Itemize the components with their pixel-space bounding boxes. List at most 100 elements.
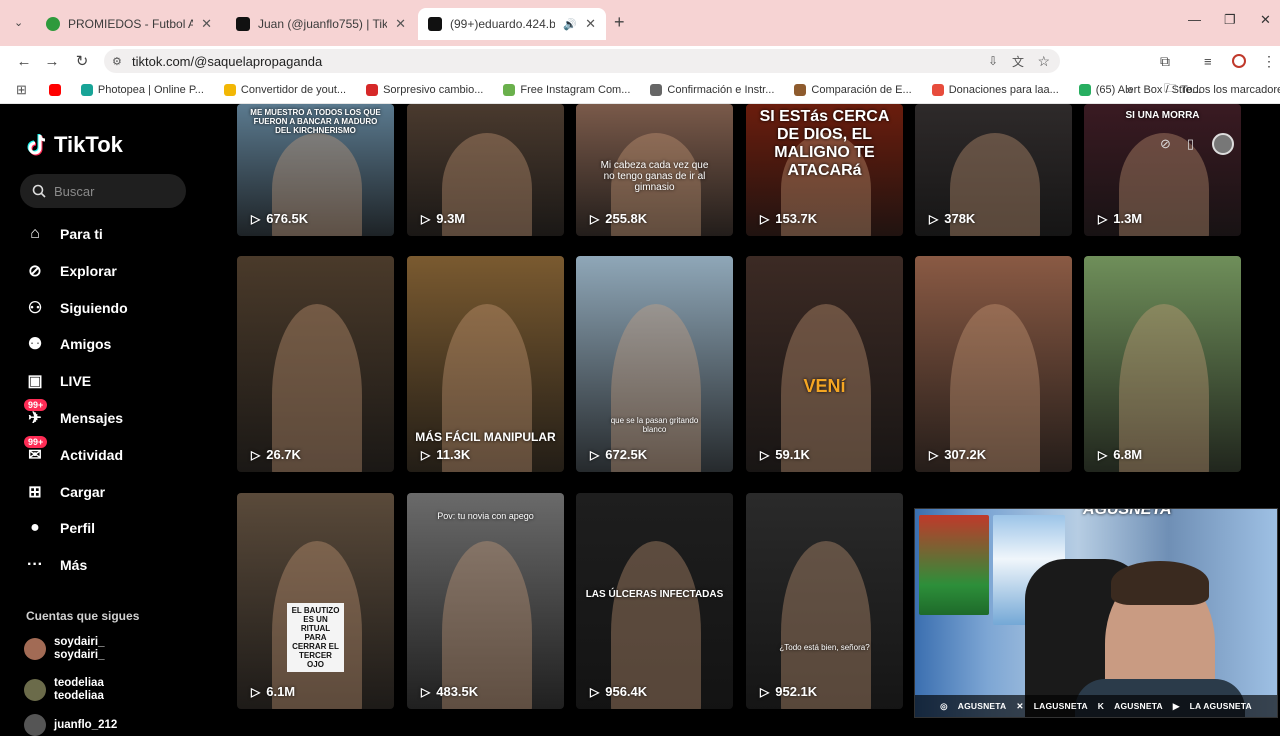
play-icon: ▷: [251, 447, 261, 462]
view-count: ▷ 307.2K: [929, 447, 987, 462]
video-thumbnail[interactable]: ▷ 9.3M: [407, 104, 564, 236]
video-thumbnail[interactable]: ▷ 26.7K: [237, 256, 394, 472]
video-thumbnail[interactable]: SI UNA MORRA ▷ 1.3M: [1084, 104, 1241, 236]
sidebar-item-mensajes[interactable]: ✈ 99+ Mensajes: [24, 399, 123, 429]
bookmark-favicon-icon: [650, 83, 663, 96]
bookmark-item[interactable]: Free Instagram Com...: [503, 83, 630, 96]
bookmark-item[interactable]: Convertidor de yout...: [223, 83, 346, 96]
x-icon: ✕: [1016, 700, 1024, 711]
bookmark-item[interactable]: Photopea | Online P...: [80, 83, 204, 96]
sidebar-item-cargar[interactable]: ⊞ Cargar: [24, 481, 105, 503]
translate-icon[interactable]: 文: [1012, 53, 1024, 70]
bookmark-item[interactable]: Confirmación e Instr...: [650, 83, 774, 96]
bookmark-favicon-icon: [1078, 83, 1091, 96]
tiktok-favicon-icon: [236, 17, 250, 31]
url-field[interactable]: ⚙ tiktok.com/@saquelapropaganda ⇩ 文 ☆: [104, 49, 1060, 73]
sidebar-item-más[interactable]: ··· Más: [24, 554, 87, 576]
video-thumbnail[interactable]: ¿Todo está bien, señora? ▷ 952.1K: [746, 493, 903, 709]
bookmark-item[interactable]: [48, 83, 61, 96]
webcam-overlay: LA AGUSNETA ◎AGUSNETA ✕LAGUSNETA KAGUSNE…: [914, 508, 1278, 718]
tab-list-button[interactable]: ⌄: [14, 16, 23, 29]
all-bookmarks-folder[interactable]: 🗀 Todos los marcadores: [1164, 79, 1280, 100]
sidebar-item-siguiendo[interactable]: ⚇ Siguiendo: [24, 297, 128, 319]
sidebar-item-perfil[interactable]: ● Perfil: [24, 517, 95, 539]
sidebar-item-live[interactable]: ▣ LIVE: [24, 370, 91, 392]
browser-menu-icon[interactable]: ⋮: [1262, 53, 1276, 70]
search-input[interactable]: Buscar: [20, 174, 186, 208]
sidebar-item-label: Cargar: [60, 483, 106, 500]
messages-icon: ✈ 99+: [24, 399, 48, 429]
speaker-icon[interactable]: 🔊: [563, 18, 577, 31]
browser-tab-juan[interactable]: Juan (@juanflo755) | TikTok ✕: [226, 8, 416, 40]
compass-icon: ⊘: [28, 262, 42, 280]
following-account[interactable]: soydairi_ soydairi_: [24, 636, 105, 662]
sidebar-item-para-ti[interactable]: ⌂ Para ti: [24, 223, 103, 245]
instagram-icon: ◎: [940, 700, 948, 711]
bookmark-item[interactable]: Sorpresivo cambio...: [366, 83, 483, 96]
channel-logo: LA AGUSNETA: [1083, 508, 1172, 518]
following-account[interactable]: juanflo_212: [24, 714, 117, 736]
following-account[interactable]: teodeliaa teodeliaa: [24, 677, 104, 703]
link-icon[interactable]: ⊘: [1160, 136, 1171, 152]
view-count: ▷ 153.7K: [760, 211, 818, 226]
restore-icon[interactable]: ❐: [1224, 12, 1236, 28]
account-avatar-icon[interactable]: [1232, 54, 1246, 68]
notification-badge: 99+: [24, 399, 48, 411]
video-thumbnail[interactable]: Mi cabeza cada vez que no tengo ganas de…: [576, 104, 733, 236]
video-thumbnail[interactable]: ▷ 6.8M: [1084, 256, 1241, 472]
close-tab-icon[interactable]: ✕: [585, 16, 596, 32]
view-count: ▷ 59.1K: [760, 447, 810, 462]
play-icon: ▷: [421, 211, 431, 226]
close-window-icon[interactable]: ✕: [1260, 12, 1271, 28]
bookmark-item[interactable]: Comparación de E...: [794, 83, 912, 96]
video-thumbnail[interactable]: ▷ 378K: [915, 104, 1072, 236]
sidebar-item-actividad[interactable]: ✉ 99+ Actividad: [24, 435, 123, 466]
minimize-icon[interactable]: —: [1188, 12, 1201, 27]
site-settings-icon[interactable]: ⚙: [112, 55, 122, 68]
video-caption: SI UNA MORRA: [1125, 110, 1200, 121]
media-icon[interactable]: ≡: [1204, 54, 1212, 69]
apps-grid-icon[interactable]: ⊞: [16, 82, 27, 98]
more-bookmarks-icon[interactable]: »: [1126, 82, 1133, 97]
view-count: ▷ 956.4K: [590, 684, 648, 699]
bookmark-item[interactable]: Donaciones para laa...: [931, 83, 1059, 96]
bookmark-star-icon[interactable]: ☆: [1037, 53, 1050, 70]
sidebar-item-label: Para ti: [60, 226, 103, 242]
tiktok-logo[interactable]: TikTok: [26, 132, 123, 158]
close-tab-icon[interactable]: ✕: [201, 16, 212, 32]
back-icon[interactable]: ←: [10, 53, 38, 70]
browser-tab-promiedos[interactable]: PROMIEDOS - Futbol Argentino ✕: [36, 8, 222, 40]
bookmarks-bar: ⊞ Photopea | Online P... Convertidor de y…: [0, 76, 1280, 104]
video-thumbnail[interactable]: VENí ▷ 59.1K: [746, 256, 903, 472]
close-tab-icon[interactable]: ✕: [395, 16, 406, 32]
profile-avatar-icon[interactable]: [1212, 133, 1235, 155]
extensions-icon[interactable]: ⧉: [1160, 53, 1170, 70]
video-thumbnail[interactable]: LAS ÚLCERAS INFECTADAS ▷ 956.4K: [576, 493, 733, 709]
video-thumbnail[interactable]: Pov: tu novia con apego ▷ 483.5K: [407, 493, 564, 709]
install-icon[interactable]: ⇩: [988, 54, 998, 68]
tiktok-logo-icon: [27, 134, 46, 156]
reload-icon[interactable]: ↻: [68, 52, 96, 70]
bookmark-favicon-icon: [503, 83, 516, 96]
person-hair: [1111, 561, 1209, 605]
notification-badge: 99+: [24, 435, 48, 448]
play-icon: ▷: [421, 684, 431, 699]
video-thumbnail[interactable]: ME MUESTRO A TODOS LOS QUE FUERON A BANC…: [237, 104, 394, 236]
bookmark-favicon-icon: [48, 83, 61, 96]
browser-tab-active[interactable]: (99+)eduardo.424.bombo.m 🔊 ✕: [418, 8, 606, 40]
video-thumbnail[interactable]: EL BAUTIZO ES UN RITUAL PARA CERRAR EL T…: [237, 493, 394, 709]
sidebar-item-amigos[interactable]: ⚉ Amigos: [24, 333, 112, 355]
promiedos-favicon-icon: [46, 17, 60, 31]
video-thumbnail[interactable]: MÁS FÁCIL MANIPULAR ▷ 11.3K: [407, 256, 564, 472]
video-thumbnail[interactable]: que se la pasan gritando blanco ▷ 672.5K: [576, 256, 733, 472]
new-tab-button[interactable]: +: [614, 12, 625, 33]
phone-icon[interactable]: ▯: [1187, 136, 1194, 152]
video-thumbnail[interactable]: SI ESTás CERCA DE DIOS, EL MALIGNO TE AT…: [746, 104, 903, 236]
forward-icon[interactable]: →: [38, 53, 66, 70]
play-icon: ▷: [760, 211, 770, 226]
stadium-poster: [919, 515, 989, 615]
view-count: ▷ 6.8M: [1098, 447, 1143, 462]
sidebar-item-explorar[interactable]: ⊘ Explorar: [24, 260, 117, 282]
more-icon: ···: [27, 556, 43, 574]
video-thumbnail[interactable]: ▷ 307.2K: [915, 256, 1072, 472]
